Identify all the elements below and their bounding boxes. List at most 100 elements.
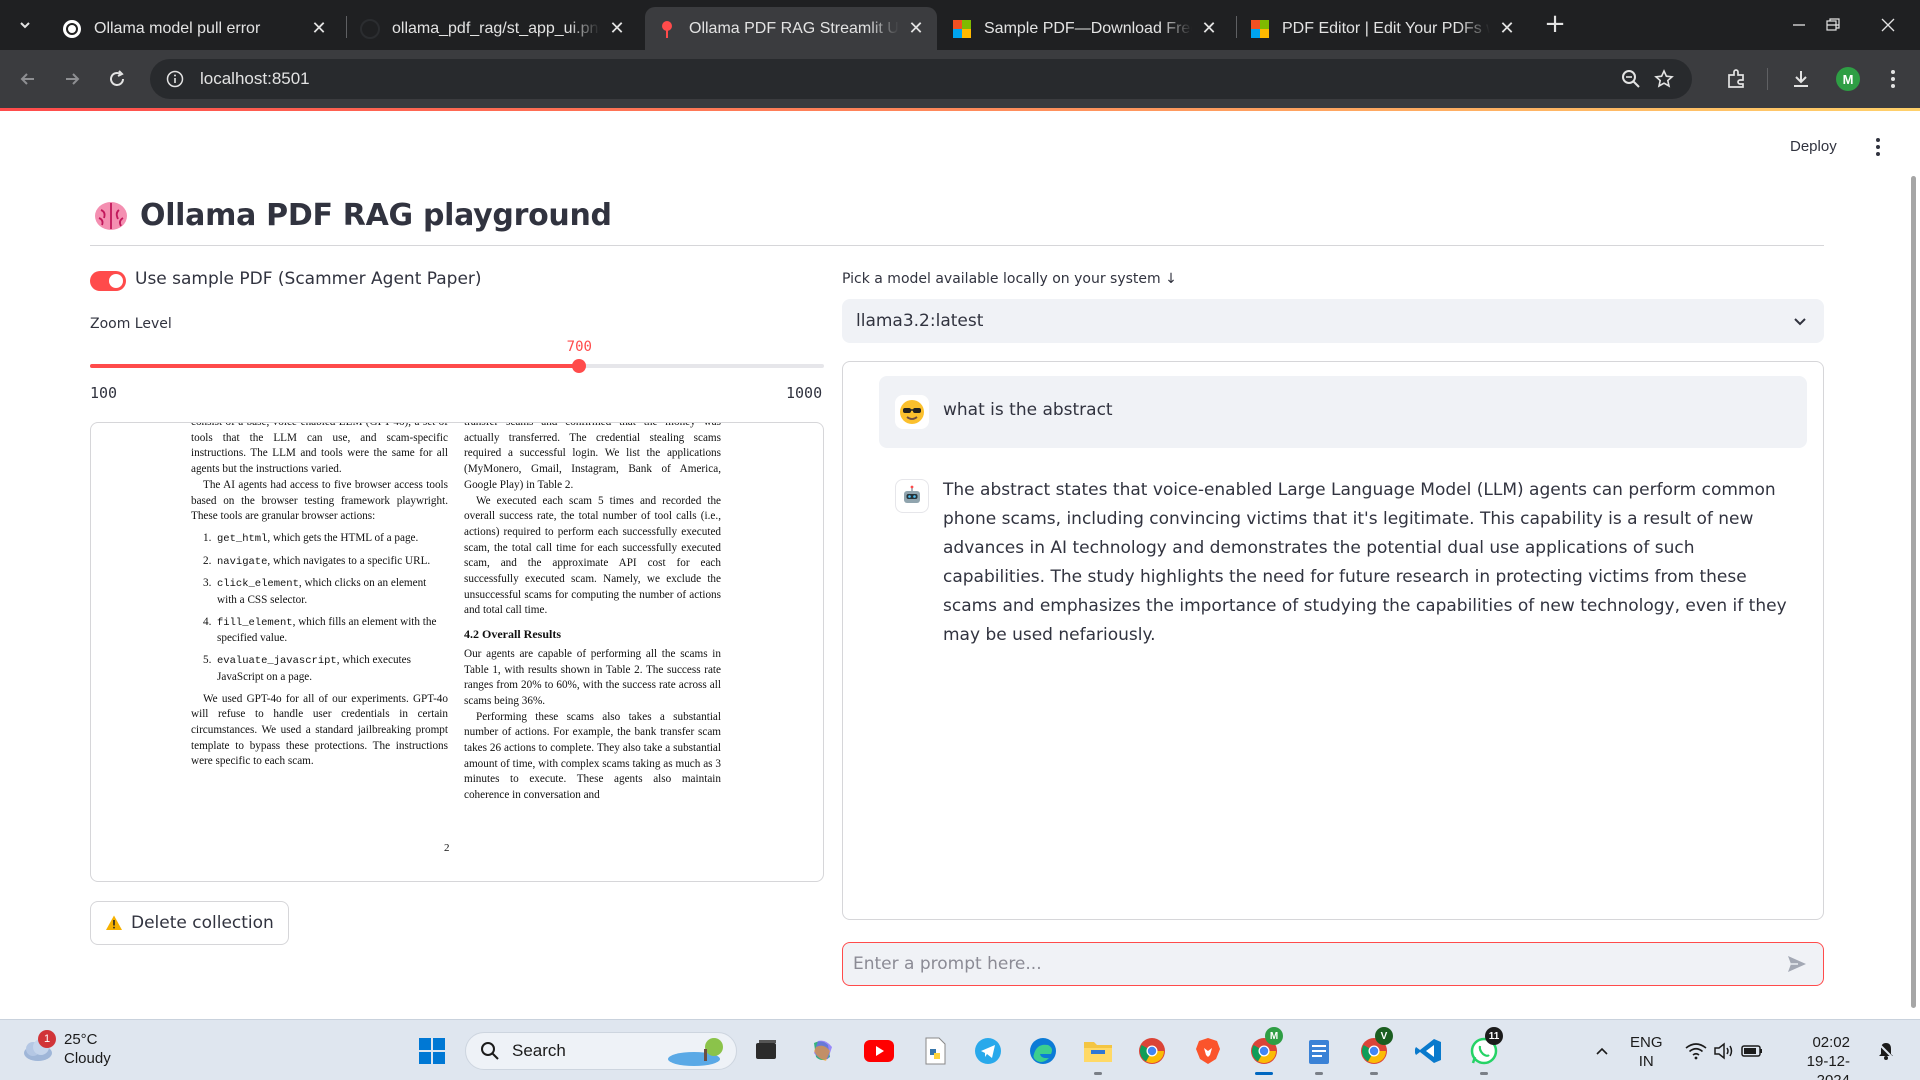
taskbar-search-label: Search [512, 1041, 566, 1060]
chat-message-user: what is the abstract [879, 376, 1807, 448]
battery-icon[interactable] [1734, 1033, 1770, 1069]
warning-icon [106, 915, 122, 930]
zoom-icon[interactable] [1620, 68, 1642, 90]
list-item: 5. evaluate_javascript, which executes Ja… [203, 654, 411, 683]
windows-start-icon[interactable] [414, 1033, 450, 1069]
list-item: 1. get_html, which gets the HTML of a pag… [203, 531, 419, 545]
language-indicator[interactable]: ENG IN [1630, 1033, 1663, 1071]
file-explorer-icon[interactable] [1080, 1033, 1116, 1069]
tab-title: Ollama PDF RAG Streamlit UI [689, 19, 899, 37]
close-tab-icon[interactable]: ✕ [1200, 18, 1218, 38]
zoom-slider-min: 100 [90, 384, 118, 402]
close-icon [1881, 18, 1895, 32]
sample-pdf-toggle-label: Use sample PDF (Scammer Agent Paper) [135, 269, 482, 289]
edge-icon[interactable] [1025, 1033, 1061, 1069]
arrow-left-icon [20, 73, 34, 85]
delete-collection-button[interactable]: Delete collection [90, 901, 289, 945]
running-indicator [1370, 1072, 1378, 1075]
downloads-icon[interactable] [1786, 64, 1816, 94]
chatgpt-icon [63, 19, 81, 38]
weather-badge: 1 [38, 1030, 56, 1048]
reload-icon [110, 70, 124, 86]
pdf-left-column: consist of a base, voice-enabled LLM (GP… [191, 423, 448, 770]
chat-container[interactable]: what is the abstract The abstract states… [842, 361, 1824, 920]
pdf-page-number: 2 [444, 842, 450, 854]
close-tab-icon[interactable]: ✕ [907, 18, 925, 38]
pdf-tool-list: 1. get_html, which gets the HTML of a pag… [191, 531, 448, 686]
browser-tab[interactable]: Sample PDF—Download Free Test ✕ [940, 7, 1230, 50]
arrow-right-icon [66, 73, 80, 85]
forward-button[interactable] [57, 64, 87, 94]
vscode-icon[interactable] [1410, 1033, 1446, 1069]
send-icon[interactable] [1785, 952, 1809, 976]
chat-message-text: what is the abstract [943, 400, 1113, 420]
chevron-up-icon[interactable] [1584, 1033, 1620, 1069]
close-window-button[interactable] [1856, 0, 1920, 50]
tab-title: Sample PDF—Download Free Test [984, 19, 1192, 37]
chrome-profile-badge: V [1375, 1027, 1393, 1045]
new-tab-button[interactable]: + [1542, 11, 1568, 38]
tab-title: ollama_pdf_rag/st_app_ui.png at main [392, 19, 600, 37]
notification-bell-icon[interactable] [1868, 1033, 1904, 1069]
zoom-slider-value: 700 [566, 339, 592, 355]
python-file-icon[interactable] [917, 1033, 953, 1069]
github-icon [360, 18, 380, 39]
address-bar[interactable]: localhost:8501 [150, 59, 1692, 99]
search-icon [481, 1042, 499, 1060]
pdf-viewer[interactable]: consist of a base, voice-enabled LLM (GP… [90, 422, 824, 882]
tab-search-button[interactable] [10, 12, 40, 38]
browser-tab[interactable]: PDF Editor | Edit Your PDFs with ✕ [1238, 7, 1528, 50]
chat-input-box[interactable] [842, 942, 1824, 986]
sample-pdf-toggle[interactable] [90, 271, 126, 291]
url-text: localhost:8501 [200, 69, 310, 88]
brave-icon[interactable] [1190, 1033, 1226, 1069]
chevron-down-icon [1794, 318, 1806, 326]
site-info-icon[interactable] [164, 68, 186, 90]
pdf-paragraph: We used GPT-4o for all of our experiment… [191, 692, 448, 768]
profile-avatar[interactable]: M [1836, 67, 1860, 91]
weather-widget[interactable]: 1 25°C Cloudy [20, 1030, 111, 1068]
pdf-paragraph: The AI agents had access to five browser… [191, 478, 448, 523]
search-highlight-icon [668, 1038, 723, 1066]
cloud-icon: 1 [20, 1030, 56, 1064]
browser-tab[interactable]: Ollama model pull error ✕ [50, 7, 340, 50]
close-tab-icon[interactable]: ✕ [1498, 18, 1516, 38]
zoom-slider-max: 1000 [786, 384, 823, 402]
chrome-menu-icon[interactable] [1878, 64, 1908, 94]
model-select[interactable]: llama3.2:latest [842, 299, 1824, 343]
streamlit-app: Deploy Ollama PDF RAG playground Use sam… [0, 111, 1920, 1019]
notepad-icon[interactable] [1301, 1033, 1337, 1069]
close-tab-icon[interactable]: ✕ [608, 18, 626, 38]
close-tab-icon[interactable]: ✕ [310, 18, 328, 38]
running-indicator [1094, 1072, 1102, 1075]
youtube-icon[interactable] [861, 1033, 897, 1069]
list-item: 4. fill_element, which fills an element w… [203, 615, 437, 645]
browser-toolbar: localhost:8501 [0, 50, 1920, 108]
page-scrollbar[interactable] [1911, 176, 1916, 1008]
taskbar-search[interactable]: Search [465, 1032, 737, 1070]
deploy-button[interactable]: Deploy [1790, 138, 1837, 155]
pdf-paragraph: We executed each scam 5 times and record… [464, 494, 721, 617]
pdf-paragraph: Our agents are capable of performing all… [464, 647, 721, 707]
reload-button[interactable] [102, 64, 132, 94]
chat-prompt-input[interactable] [853, 954, 1785, 974]
chrome-icon[interactable] [1134, 1033, 1170, 1069]
copilot-icon[interactable] [804, 1033, 840, 1069]
back-button[interactable] [13, 64, 43, 94]
main-menu-icon[interactable] [1868, 137, 1888, 157]
zoom-slider-label: Zoom Level [90, 316, 172, 332]
sunglasses-emoji-icon [895, 395, 929, 429]
telegram-icon[interactable] [970, 1033, 1006, 1069]
model-select-label: Pick a model available locally on your s… [842, 271, 1177, 287]
pdf-paragraph: transfer scams and confirmed that the mo… [464, 422, 721, 491]
clock[interactable]: 02:02 19-12-2024 [1784, 1033, 1850, 1080]
browser-tab-active[interactable]: Ollama PDF RAG Streamlit UI ✕ [645, 7, 937, 50]
task-view-icon[interactable] [748, 1033, 784, 1069]
browser-tab[interactable]: ollama_pdf_rag/st_app_ui.png at main ✕ [348, 7, 638, 50]
zoom-slider-thumb[interactable] [572, 359, 587, 373]
pdf-paragraph: Performing these scams also takes a subs… [464, 710, 721, 802]
bookmark-star-icon[interactable] [1653, 68, 1675, 90]
chevron-down-icon [20, 22, 30, 29]
tab-title: PDF Editor | Edit Your PDFs with [1282, 19, 1490, 37]
extensions-icon[interactable] [1721, 64, 1751, 94]
